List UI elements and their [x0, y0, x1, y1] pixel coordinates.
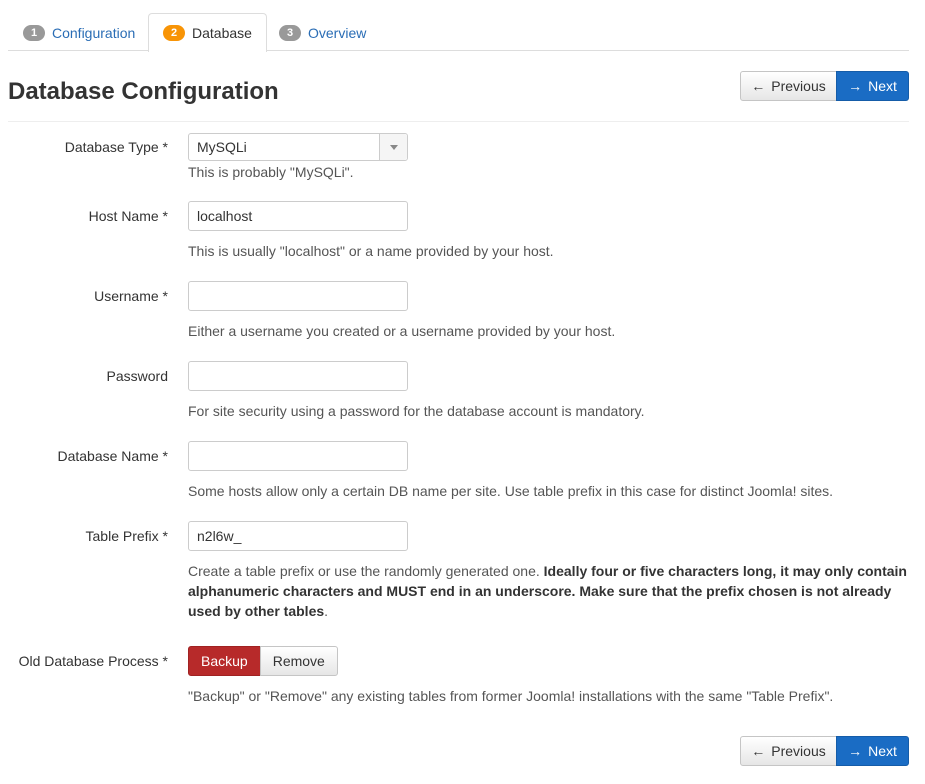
tab-database[interactable]: 2 Database — [148, 13, 267, 52]
database-name-help: Some hosts allow only a certain DB name … — [188, 483, 834, 499]
step-badge-2: 2 — [163, 25, 185, 41]
password-control: For site security using a password for t… — [188, 361, 909, 421]
database-type-help: This is probably "MySQLi". — [188, 164, 354, 180]
database-name-control: Some hosts allow only a certain DB name … — [188, 441, 909, 501]
table-prefix-help-text: Create a table prefix or use the randoml… — [188, 563, 544, 579]
database-type-control: MySQLi This is probably "MySQLi". — [188, 133, 909, 182]
database-name-input[interactable] — [188, 441, 408, 471]
next-label: Next — [868, 78, 897, 94]
table-prefix-input[interactable] — [188, 521, 408, 551]
username-help: Either a username you created or a usern… — [188, 323, 616, 339]
database-type-value: MySQLi — [197, 139, 247, 155]
tab-label: Database — [192, 25, 252, 41]
footer-next-button[interactable]: → Next — [836, 736, 909, 766]
old-database-process-control: Backup Remove "Backup" or "Remove" any e… — [188, 646, 909, 706]
dropdown-toggle[interactable] — [379, 134, 407, 160]
header-nav-buttons: ← Previous → Next — [740, 71, 909, 101]
host-name-control: This is usually "localhost" or a name pr… — [188, 201, 909, 261]
database-name-label: Database Name * — [57, 448, 168, 464]
page-header: Database Configuration ← Previous → Next — [8, 51, 909, 122]
username-input[interactable] — [188, 281, 408, 311]
footer-previous-button[interactable]: ← Previous — [740, 736, 837, 766]
password-input[interactable] — [188, 361, 408, 391]
next-button[interactable]: → Next — [836, 71, 909, 101]
old-database-help: "Backup" or "Remove" any existing tables… — [188, 688, 834, 704]
chevron-down-icon — [389, 144, 398, 150]
tab-label: Configuration — [52, 24, 136, 41]
arrow-right-icon: → — [848, 78, 863, 94]
footer-nav-buttons: ← Previous → Next — [740, 736, 909, 766]
remove-button[interactable]: Remove — [259, 646, 338, 676]
table-prefix-control: Create a table prefix or use the randoml… — [188, 521, 909, 621]
host-name-label: Host Name * — [88, 208, 168, 224]
host-name-help: This is usually "localhost" or a name pr… — [188, 243, 554, 259]
backup-button[interactable]: Backup — [188, 646, 261, 676]
arrow-left-icon: ← — [751, 78, 766, 94]
table-prefix-label: Table Prefix * — [85, 528, 168, 544]
tab-label: Overview — [308, 24, 367, 41]
previous-label: Previous — [771, 743, 826, 759]
old-database-process-label: Old Database Process * — [18, 653, 168, 669]
username-label: Username * — [94, 288, 168, 304]
step-tabs: 1 Configuration 2 Database 3 Overview — [8, 0, 909, 52]
table-prefix-help-end: . — [324, 603, 329, 619]
arrow-right-icon: → — [848, 743, 863, 759]
old-database-toggle: Backup Remove — [188, 646, 909, 676]
username-control: Either a username you created or a usern… — [188, 281, 909, 341]
page-title: Database Configuration — [8, 78, 279, 105]
tab-configuration[interactable]: 1 Configuration — [8, 13, 150, 51]
database-type-select[interactable]: MySQLi — [188, 133, 408, 161]
arrow-left-icon: ← — [751, 743, 766, 759]
password-label: Password — [106, 368, 168, 384]
step-badge-3: 3 — [279, 24, 301, 41]
previous-button[interactable]: ← Previous — [740, 71, 837, 101]
next-label: Next — [868, 743, 897, 759]
database-type-label: Database Type * — [64, 139, 168, 155]
previous-label: Previous — [771, 78, 826, 94]
password-help: For site security using a password for t… — [188, 403, 645, 419]
tab-overview[interactable]: 3 Overview — [264, 13, 381, 51]
step-badge-1: 1 — [23, 24, 45, 41]
table-prefix-help: Create a table prefix or use the randoml… — [188, 561, 909, 621]
host-name-input[interactable] — [188, 201, 408, 231]
installer-panel: 1 Configuration 2 Database 3 Overview Da… — [8, 0, 909, 766]
